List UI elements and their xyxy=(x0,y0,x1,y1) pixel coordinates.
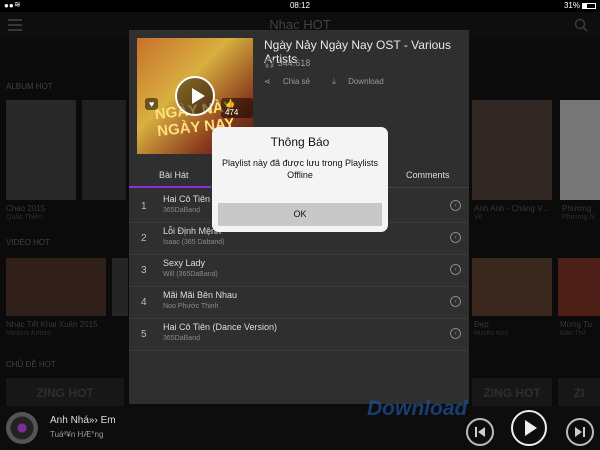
like-button[interactable]: 👍 474 xyxy=(221,98,253,118)
now-playing-artist: Tuáº¥n HÆ°ng xyxy=(50,430,104,439)
share-label: Chia sẻ xyxy=(282,77,311,86)
heart-icon[interactable]: ♥ xyxy=(145,98,159,110)
track-number: 2 xyxy=(141,233,147,244)
track-title: Sexy Lady xyxy=(163,258,206,268)
battery-icon xyxy=(582,2,596,9)
active-tab-indicator xyxy=(129,186,211,188)
next-icon[interactable] xyxy=(566,418,594,446)
track-number: 1 xyxy=(141,201,147,212)
mini-player: Anh Nhá»› Em Tuáº¥n HÆ°ng xyxy=(0,406,600,450)
track-title: Hai Cô Tiên (Dance Version) xyxy=(163,322,278,332)
track-artist: 365DaBand xyxy=(163,207,200,214)
track-artist: Will (365DaBand) xyxy=(163,271,218,278)
track-row[interactable]: 4 Mãi Mãi Bên Nhau Noo Phước Thịnh ‹ xyxy=(129,287,469,319)
ok-button[interactable]: OK xyxy=(218,203,382,226)
dialog-message: Playlist này đã được lưu trong Playlists… xyxy=(221,158,378,180)
share-icon: ⋖ xyxy=(264,77,271,86)
play-pause-icon[interactable] xyxy=(511,410,547,446)
status-time: 08:12 xyxy=(289,1,311,10)
battery-indicator: 31% xyxy=(564,1,596,10)
chevron-left-icon[interactable]: ‹ xyxy=(450,200,461,211)
listen-count-value: 344.618 xyxy=(277,58,311,68)
headphones-icon: 🎧 xyxy=(264,58,276,68)
download-label: Download xyxy=(348,77,384,86)
thumbs-up-icon: 👍 xyxy=(225,99,235,108)
battery-percent: 31% xyxy=(563,1,580,10)
tab-comments[interactable]: Comments xyxy=(406,170,450,180)
share-button[interactable]: ⋖ Chia sẻ xyxy=(264,77,320,86)
alert-dialog: Thông Báo Playlist này đã được lưu trong… xyxy=(212,127,388,232)
disc-icon[interactable] xyxy=(6,412,38,444)
chevron-left-icon[interactable]: ‹ xyxy=(450,232,461,243)
track-artist: 365DaBand xyxy=(163,335,200,342)
track-number: 5 xyxy=(141,329,147,340)
track-title: Mãi Mãi Bên Nhau xyxy=(163,290,238,300)
track-number: 3 xyxy=(141,265,147,276)
action-row: ⋖ Chia sẻ ⤓ Download xyxy=(264,77,404,87)
listen-count: 🎧 344.618 xyxy=(264,58,310,69)
track-row[interactable]: 3 Sexy Lady Will (365DaBand) ‹ xyxy=(129,255,469,287)
download-icon: ⤓ xyxy=(332,77,336,86)
previous-icon[interactable] xyxy=(466,418,494,446)
track-title: Hai Cô Tiên xyxy=(163,194,211,204)
download-button[interactable]: ⤓ Download xyxy=(332,77,393,86)
tab-songs[interactable]: Bài Hát xyxy=(159,170,189,180)
track-artist: Noo Phước Thịnh xyxy=(163,303,219,310)
track-number: 4 xyxy=(141,297,147,308)
dialog-title: Thông Báo xyxy=(270,135,330,149)
track-artist: Isaac (365 Daband) xyxy=(163,239,225,246)
play-icon[interactable] xyxy=(175,76,215,116)
like-count: 474 xyxy=(225,108,239,117)
chevron-left-icon[interactable]: ‹ xyxy=(450,264,461,275)
status-bar: ●● ≋ 08:12 31% xyxy=(0,0,600,12)
track-row[interactable]: 5 Hai Cô Tiên (Dance Version) 365DaBand … xyxy=(129,319,469,351)
chevron-left-icon[interactable]: ‹ xyxy=(450,296,461,307)
chevron-left-icon[interactable]: ‹ xyxy=(450,328,461,339)
now-playing-title: Anh Nhá»› Em xyxy=(50,415,116,426)
watermark-logo: Download xyxy=(367,397,468,420)
